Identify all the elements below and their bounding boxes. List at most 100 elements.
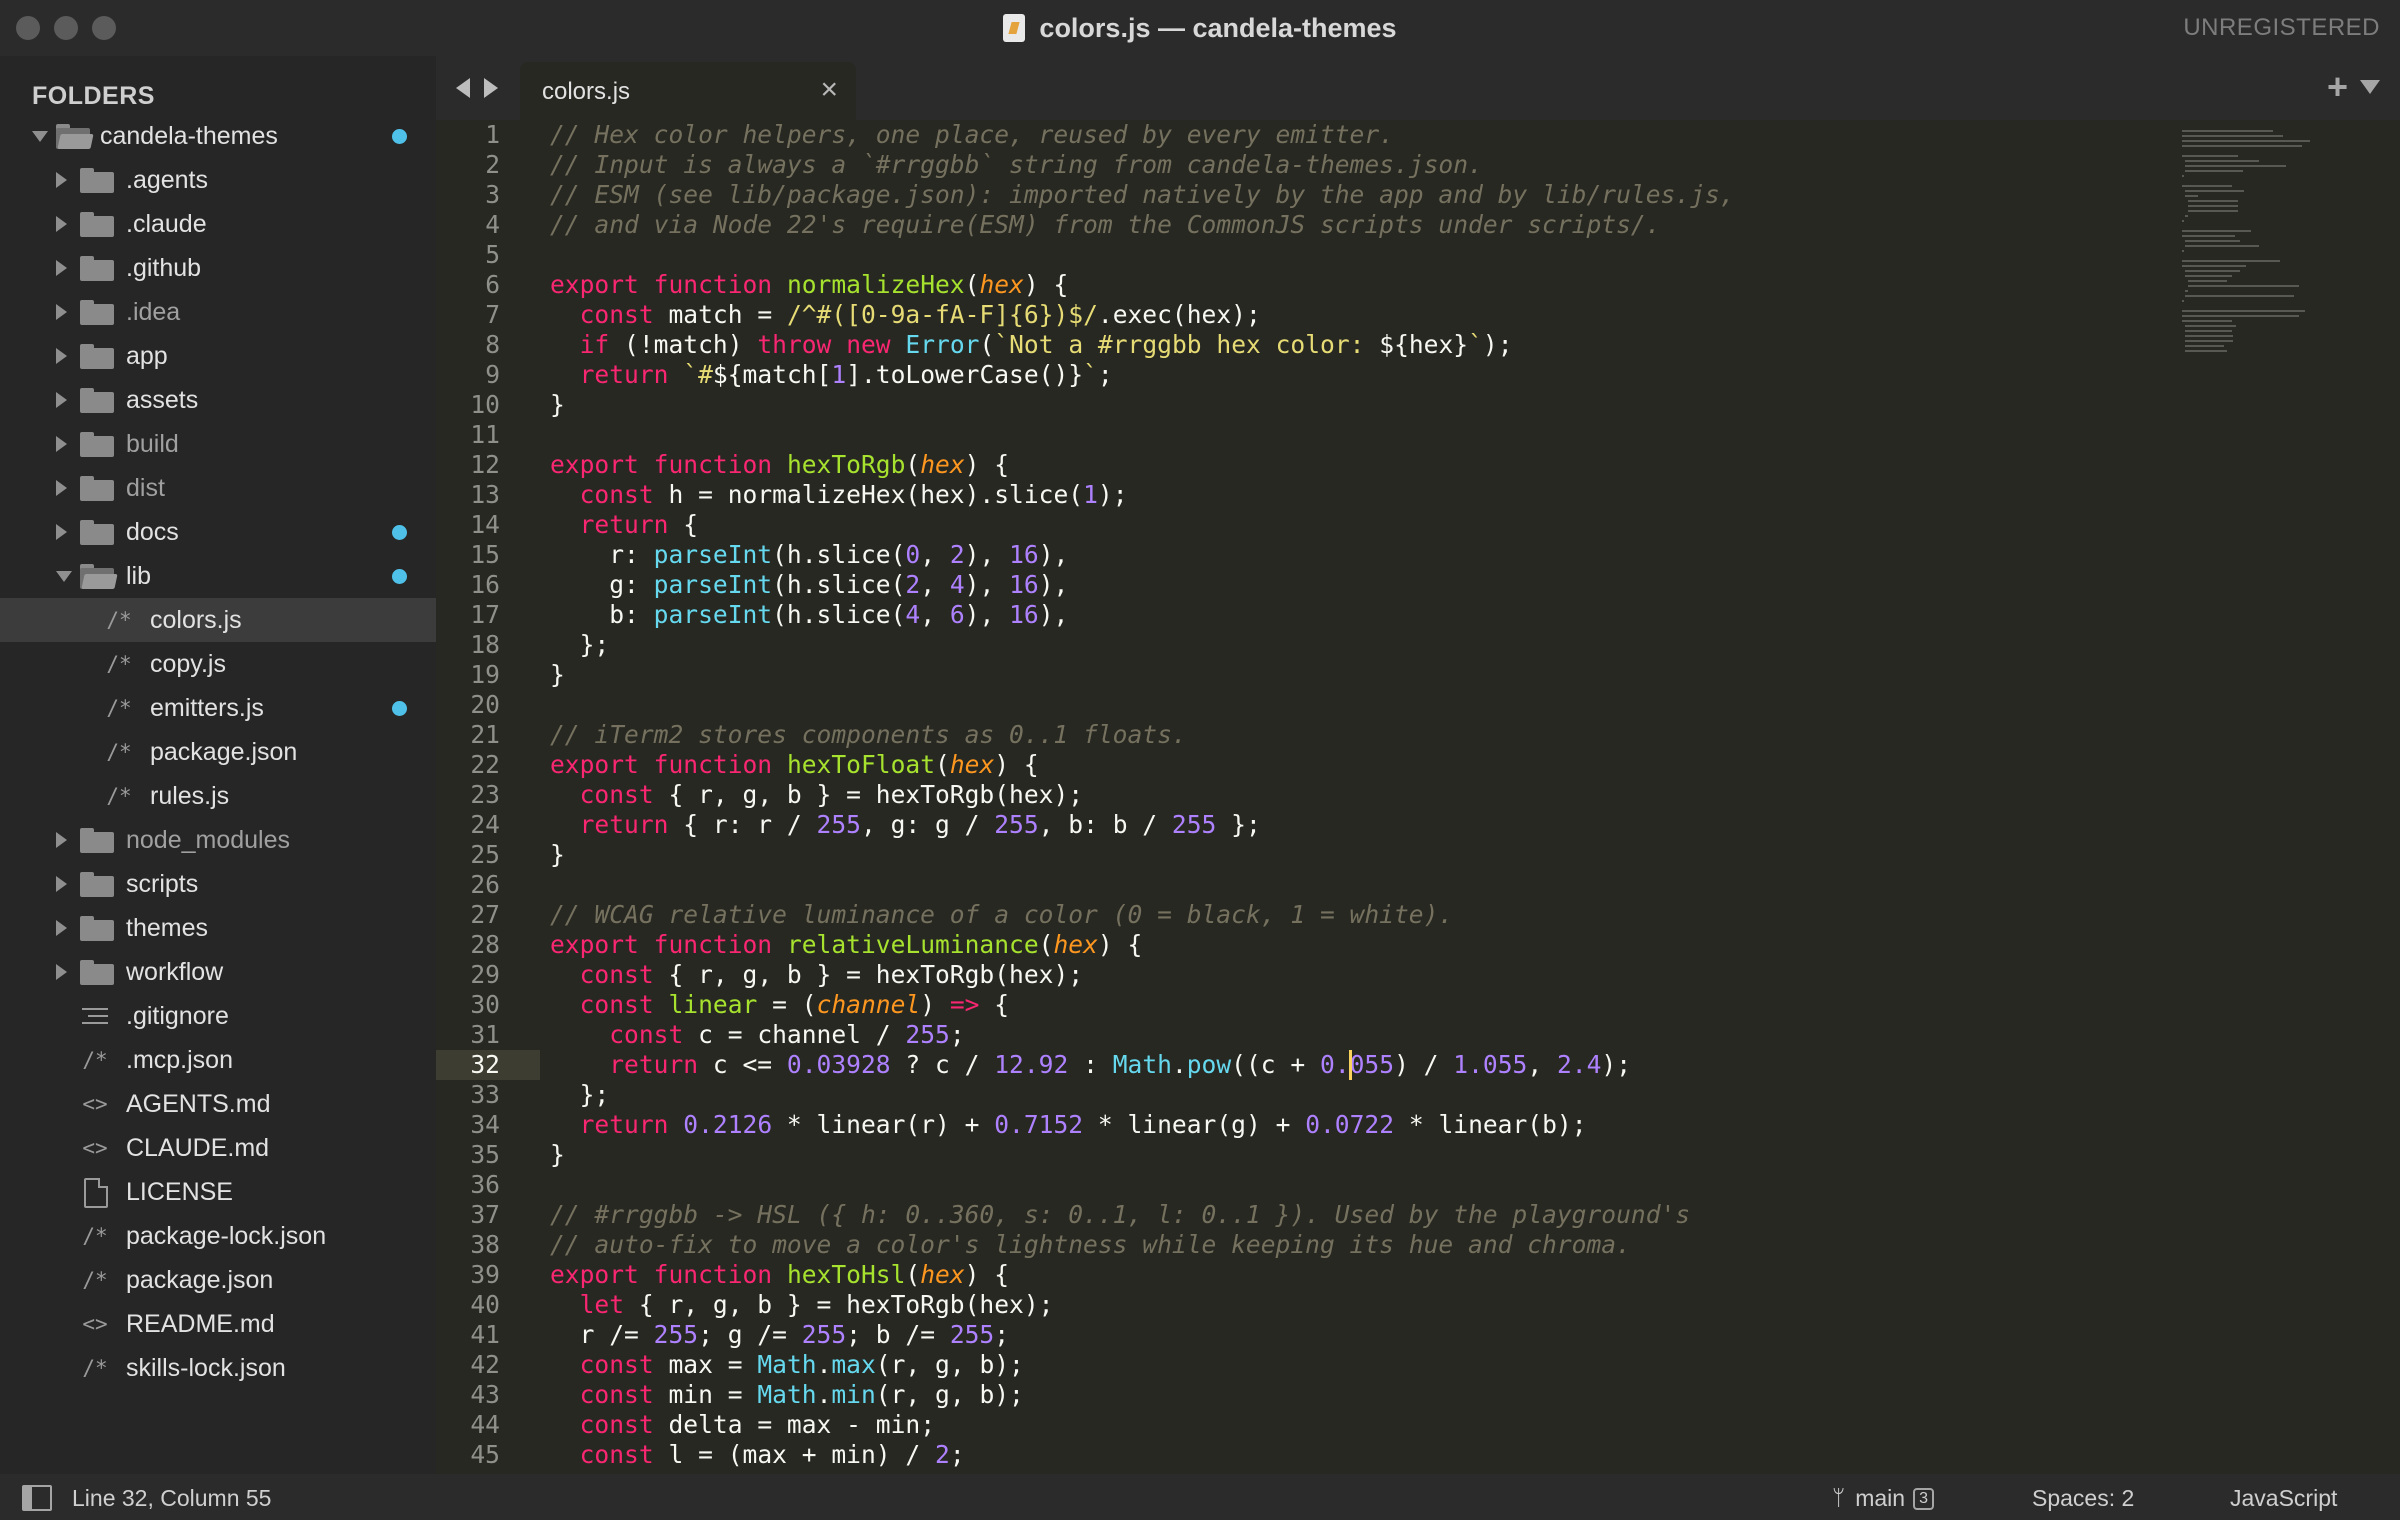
disclosure-right-icon[interactable] [56,524,67,540]
code-line[interactable]: } [550,390,565,420]
syntax-language[interactable]: JavaScript [2230,1485,2337,1512]
code-line[interactable]: }; [550,1080,610,1110]
code-line[interactable]: // ESM (see lib/package.json): imported … [550,180,1735,210]
sidebar-item-claude-md[interactable]: <> CLAUDE.md [0,1126,436,1170]
sidebar-item-build[interactable]: build [0,422,436,466]
sidebar-item-docs[interactable]: docs [0,510,436,554]
sidebar-item-license[interactable]: LICENSE [0,1170,436,1214]
sidebar-item-label: build [126,430,179,458]
code-line[interactable]: return 0.2126 * linear(r) + 0.7152 * lin… [550,1110,1587,1140]
sidebar-item-colors-js[interactable]: /* colors.js [0,598,436,642]
code-line[interactable]: export function hexToFloat(hex) { [550,750,1039,780]
sidebar-item-workflow[interactable]: workflow [0,950,436,994]
sidebar-item-candela-themes[interactable]: candela-themes [0,114,436,158]
sidebar-item-package-lock-json[interactable]: /* package-lock.json [0,1214,436,1258]
cursor-position[interactable]: Line 32, Column 55 [72,1485,271,1512]
sidebar-item-assets[interactable]: assets [0,378,436,422]
disclosure-right-icon[interactable] [56,216,67,232]
code-line[interactable]: } [550,840,565,870]
code-line[interactable]: r /= 255; g /= 255; b /= 255; [550,1320,1009,1350]
code-line[interactable]: // iTerm2 stores components as 0..1 floa… [550,720,1187,750]
sidebar-item-readme-md[interactable]: <> README.md [0,1302,436,1346]
code-line[interactable]: return `#${match[1].toLowerCase()}`; [550,360,1113,390]
sidebar-item-lib[interactable]: lib [0,554,436,598]
sidebar-item-mcp-json[interactable]: /* .mcp.json [0,1038,436,1082]
sidebar-item-copy-js[interactable]: /* copy.js [0,642,436,686]
tab-colors-js[interactable]: colors.js × [520,62,856,120]
disclosure-right-icon[interactable] [56,964,67,980]
disclosure-down-icon[interactable] [32,131,48,142]
sidebar-item-package-json[interactable]: /* package.json [0,1258,436,1302]
code-line[interactable]: const min = Math.min(r, g, b); [550,1380,1024,1410]
sidebar-item-github[interactable]: .github [0,246,436,290]
code-line[interactable]: const l = (max + min) / 2; [550,1440,965,1470]
code-line[interactable]: const { r, g, b } = hexToRgb(hex); [550,960,1083,990]
code-line[interactable]: const h = normalizeHex(hex).slice(1); [550,480,1128,510]
tab-close-icon[interactable]: × [820,73,838,107]
code-line[interactable]: if (!match) throw new Error(`Not a #rrgg… [550,330,1513,360]
code-line[interactable]: return c <= 0.03928 ? c / 12.92 : Math.p… [550,1050,1631,1080]
code-line[interactable]: let { r, g, b } = hexToRgb(hex); [550,1290,1054,1320]
code-line[interactable]: // WCAG relative luminance of a color (0… [550,900,1453,930]
code-editor[interactable]: 1 2 3 4 5 6 7 8 9 10 11 12 13 14 15 16 17 18 19 20 21 22 23 24 2… [436,120,2400,1474]
sidebar-item-idea[interactable]: .idea [0,290,436,334]
disclosure-right-icon[interactable] [56,920,67,936]
disclosure-right-icon[interactable] [56,260,67,276]
code-line[interactable]: b: parseInt(h.slice(4, 6), 16), [550,600,1068,630]
indentation-setting[interactable]: Spaces: 2 [2032,1485,2134,1512]
new-tab-plus-icon[interactable]: + [2327,66,2348,108]
code-line[interactable]: const c = channel / 255; [550,1020,964,1050]
disclosure-right-icon[interactable] [56,480,67,496]
disclosure-right-icon[interactable] [56,172,67,188]
sidebar-item-agents[interactable]: .agents [0,158,436,202]
sidebar-item-agents-md[interactable]: <> AGENTS.md [0,1082,436,1126]
code-line[interactable]: r: parseInt(h.slice(0, 2), 16), [550,540,1068,570]
minimap[interactable] [2182,120,2352,480]
code-line[interactable]: }; [550,630,610,660]
code-line[interactable]: } [550,1140,565,1170]
code-line[interactable]: // Input is always a `#rrggbb` string fr… [550,150,1483,180]
code-line[interactable]: export function normalizeHex(hex) { [550,270,1068,300]
disclosure-right-icon[interactable] [56,876,67,892]
git-branch[interactable]: ᛘ main 3 [1832,1485,1934,1512]
back-arrow-icon[interactable] [456,78,470,98]
code-line[interactable]: export function relativeLuminance(hex) { [550,930,1142,960]
sidebar-item-themes[interactable]: themes [0,906,436,950]
code-line[interactable]: return { r: r / 255, g: g / 255, b: b / … [550,810,1261,840]
code-line[interactable]: } [550,660,565,690]
sidebar-item-package-json[interactable]: /* package.json [0,730,436,774]
disclosure-right-icon[interactable] [56,304,67,320]
sidebar-item-emitters-js[interactable]: /* emitters.js [0,686,436,730]
disclosure-right-icon[interactable] [56,348,67,364]
code-line[interactable]: const delta = max - min; [550,1410,935,1440]
code-line[interactable]: export function hexToRgb(hex) { [550,450,1009,480]
sidebar-item-gitignore[interactable]: .gitignore [0,994,436,1038]
sidebar-item-app[interactable]: app [0,334,436,378]
code-line[interactable]: // Hex color helpers, one place, reused … [550,120,1394,150]
code-line[interactable]: // auto-fix to move a color's lightness … [550,1230,1631,1260]
code-line[interactable]: const { r, g, b } = hexToRgb(hex); [550,780,1083,810]
disclosure-down-icon[interactable] [56,571,72,582]
disclosure-right-icon[interactable] [56,832,67,848]
code-line[interactable]: // and via Node 22's require(ESM) from t… [550,210,1661,240]
sidebar-item-node-modules[interactable]: node_modules [0,818,436,862]
code-line[interactable]: const linear = (channel) => { [550,990,1009,1020]
forward-arrow-icon[interactable] [484,78,498,98]
disclosure-right-icon[interactable] [56,392,67,408]
sidebar-toggle-icon[interactable] [22,1485,52,1511]
code-line[interactable]: const match = /^#([0-9a-fA-F]{6})$/.exec… [550,300,1261,330]
sidebar-item-skills-lock-json[interactable]: /* skills-lock.json [0,1346,436,1390]
sidebar-item-claude[interactable]: .claude [0,202,436,246]
code-line[interactable]: g: parseInt(h.slice(2, 4), 16), [550,570,1068,600]
tab-menu-chevron-down-icon[interactable] [2360,80,2380,94]
sidebar-item-dist[interactable]: dist [0,466,436,510]
code-line[interactable]: export function hexToHsl(hex) { [550,1260,1009,1290]
sidebar-item-scripts[interactable]: scripts [0,862,436,906]
disclosure-right-icon[interactable] [56,436,67,452]
code-line[interactable]: const max = Math.max(r, g, b); [550,1350,1024,1380]
code-line[interactable]: // #rrggbb -> HSL ({ h: 0..360, s: 0..1,… [550,1200,1690,1230]
code-line[interactable]: return { [550,510,698,540]
sidebar-item-rules-js[interactable]: /* rules.js [0,774,436,818]
